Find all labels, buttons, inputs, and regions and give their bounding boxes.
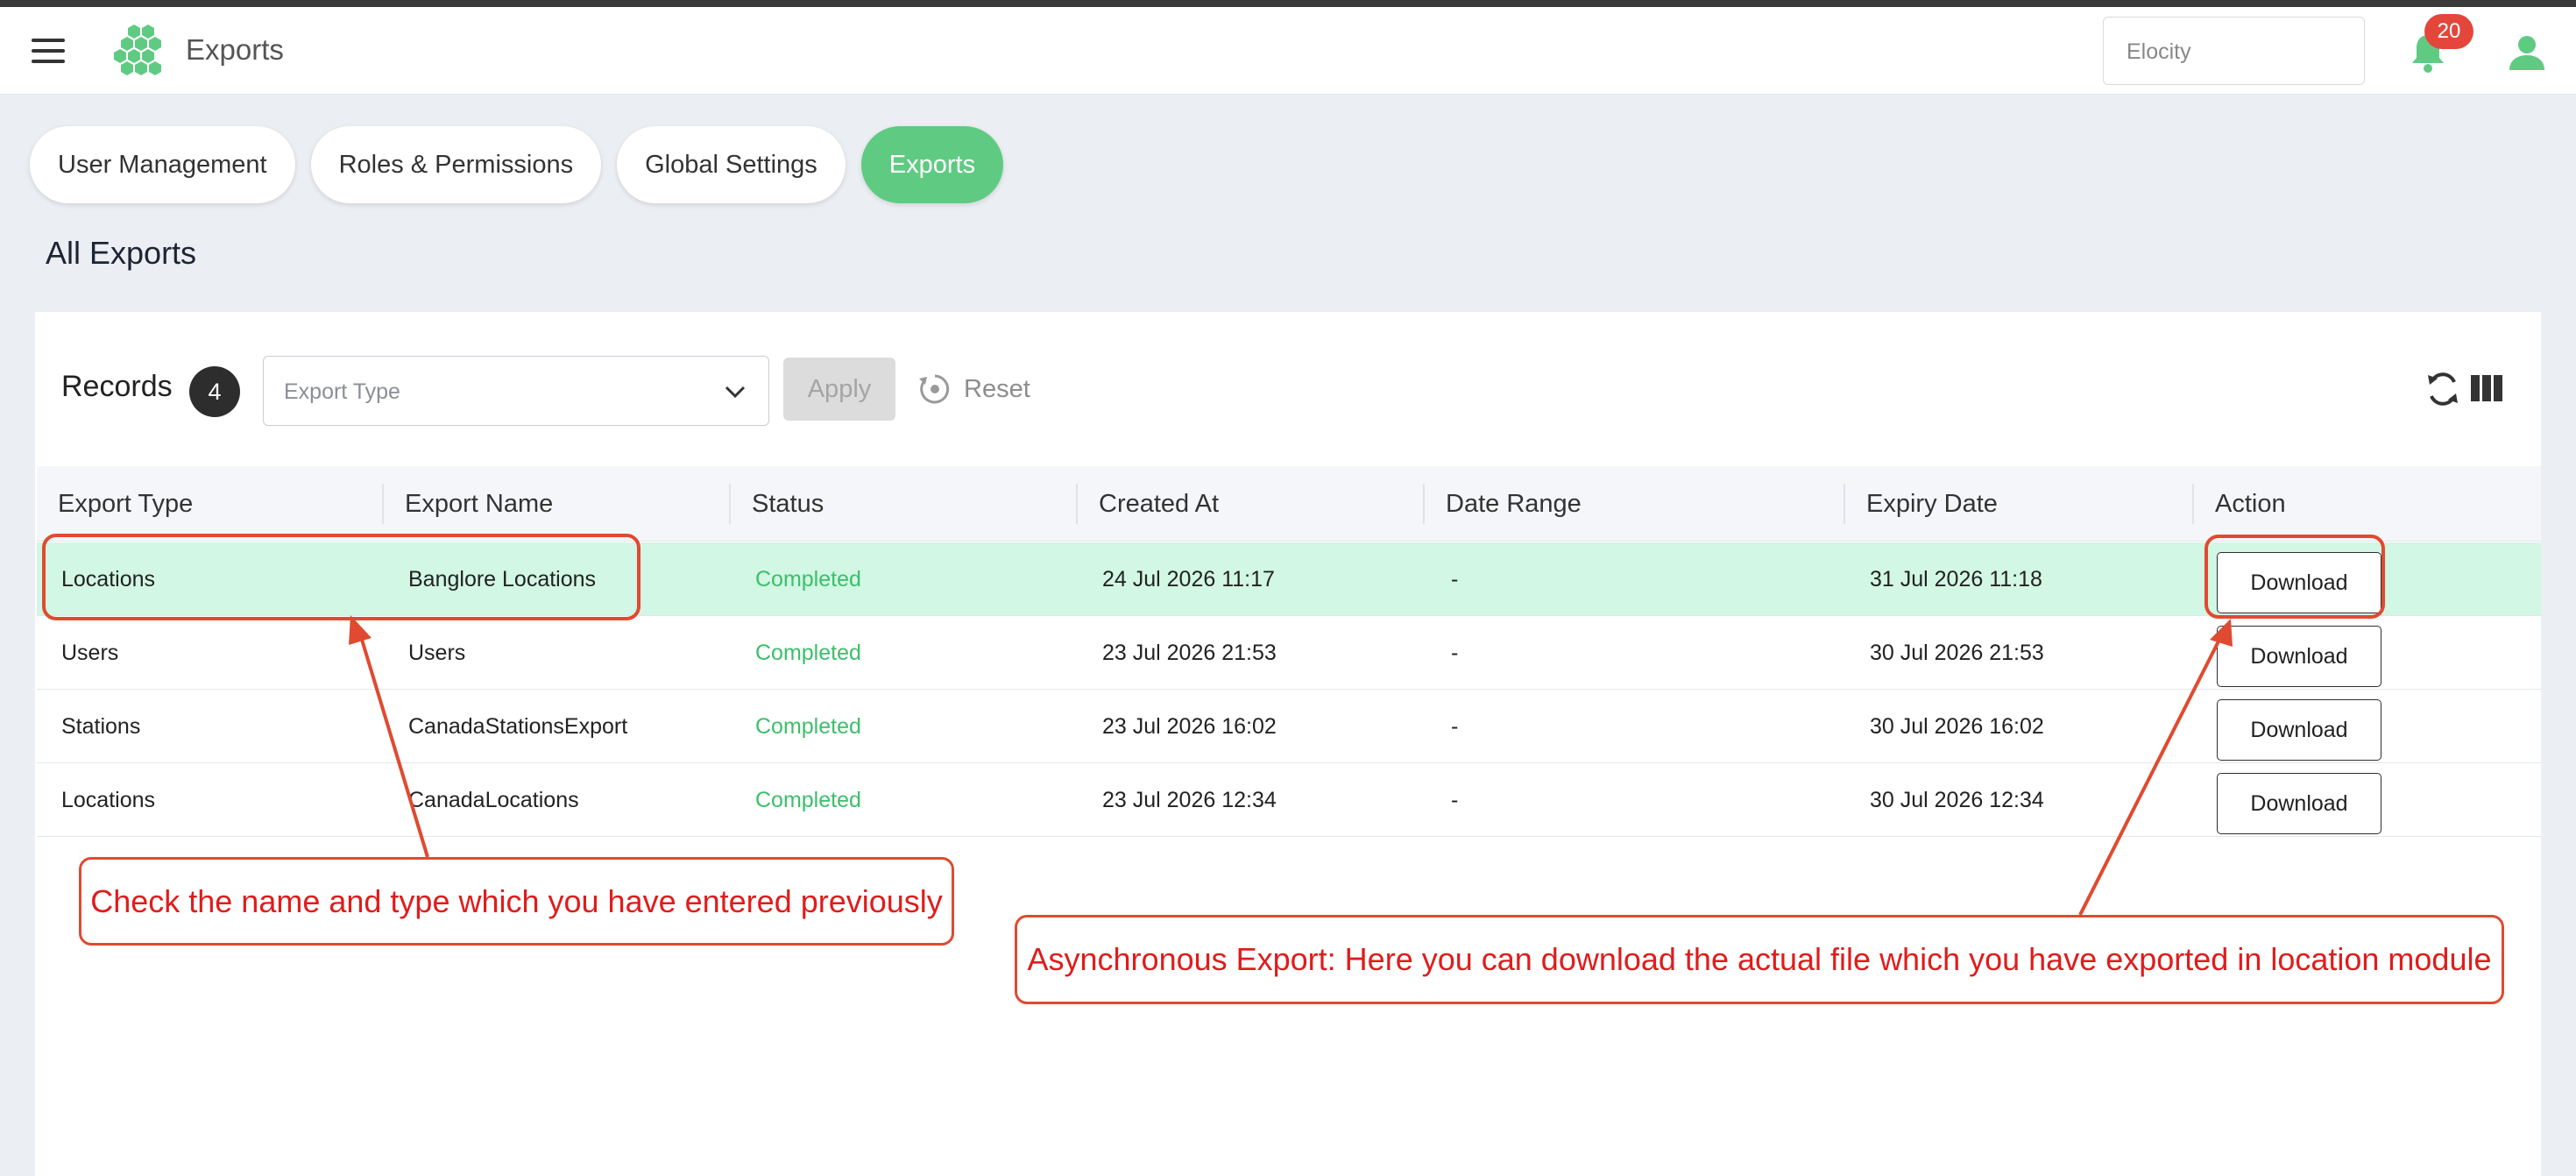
menu-icon[interactable] bbox=[32, 39, 65, 63]
reset-icon bbox=[919, 374, 950, 404]
exports-card: Records 4 Export Type Apply Reset Export… bbox=[35, 312, 2541, 1176]
apply-button[interactable]: Apply bbox=[783, 358, 895, 421]
organization-select[interactable]: Elocity bbox=[2103, 17, 2365, 85]
cell-export-type: Stations bbox=[61, 714, 141, 739]
page-title: All Exports bbox=[46, 235, 197, 271]
table-header: Export Type Export Name Status Created A… bbox=[37, 466, 2541, 542]
tab-user-management[interactable]: User Management bbox=[30, 126, 295, 203]
download-button[interactable]: Download bbox=[2217, 773, 2381, 834]
cell-date-range: - bbox=[1451, 714, 1459, 739]
cell-status: Completed bbox=[755, 714, 861, 739]
tab-global-settings[interactable]: Global Settings bbox=[617, 126, 846, 203]
cell-export-name: CanadaStationsExport bbox=[408, 714, 628, 739]
cell-export-name: Users bbox=[408, 641, 466, 665]
chevron-down-icon bbox=[725, 386, 746, 399]
user-avatar-icon[interactable] bbox=[2508, 33, 2546, 72]
app-title: Exports bbox=[186, 33, 284, 66]
annotation-callout-right: Asynchronous Export: Here you can downlo… bbox=[1015, 915, 2504, 1004]
cell-date-range: - bbox=[1451, 567, 1459, 592]
column-header-expiry-date[interactable]: Expiry Date bbox=[1845, 466, 1998, 542]
refresh-icon[interactable] bbox=[2425, 370, 2460, 408]
annotation-callout-left: Check the name and type which you have e… bbox=[79, 857, 954, 946]
cell-date-range: - bbox=[1451, 788, 1459, 812]
logo-icon bbox=[114, 25, 161, 75]
table-row[interactable]: Stations CanadaStationsExport Completed … bbox=[37, 690, 2541, 763]
columns-icon[interactable] bbox=[2471, 375, 2502, 401]
tab-exports[interactable]: Exports bbox=[860, 126, 1004, 203]
cell-created-at: 23 Jul 2026 21:53 bbox=[1102, 641, 1277, 665]
notification-badge: 20 bbox=[2424, 14, 2473, 49]
cell-export-name: CanadaLocations bbox=[408, 788, 579, 812]
cell-expiry-date: 31 Jul 2026 11:18 bbox=[1870, 567, 2042, 592]
cell-created-at: 24 Jul 2026 11:17 bbox=[1102, 567, 1275, 592]
download-button[interactable]: Download bbox=[2217, 626, 2381, 687]
table-row[interactable]: Locations Banglore Locations Completed 2… bbox=[37, 542, 2541, 616]
column-header-export-name[interactable]: Export Name bbox=[384, 466, 553, 542]
cell-expiry-date: 30 Jul 2026 21:53 bbox=[1870, 641, 2044, 665]
cell-export-type: Locations bbox=[61, 567, 156, 592]
export-type-placeholder: Export Type bbox=[284, 379, 400, 404]
top-bar: Exports Elocity 20 bbox=[0, 7, 2576, 95]
reset-button[interactable]: Reset bbox=[918, 358, 1030, 421]
cell-status: Completed bbox=[755, 788, 861, 812]
cell-status: Completed bbox=[755, 641, 861, 665]
table-row[interactable]: Locations CanadaLocations Completed 23 J… bbox=[37, 763, 2541, 837]
export-type-select[interactable]: Export Type bbox=[263, 356, 769, 426]
tab-roles-permissions[interactable]: Roles & Permissions bbox=[310, 126, 602, 203]
download-button[interactable]: Download bbox=[2217, 699, 2381, 761]
cell-created-at: 23 Jul 2026 16:02 bbox=[1102, 714, 1277, 739]
table-row[interactable]: Users Users Completed 23 Jul 2026 21:53 … bbox=[37, 616, 2541, 690]
column-header-status[interactable]: Status bbox=[731, 466, 824, 542]
cell-status: Completed bbox=[755, 567, 861, 592]
cell-date-range: - bbox=[1451, 641, 1459, 665]
column-header-action: Action bbox=[2215, 490, 2286, 518]
cell-expiry-date: 30 Jul 2026 16:02 bbox=[1870, 714, 2044, 739]
reset-label: Reset bbox=[964, 374, 1030, 403]
cell-export-type: Users bbox=[61, 641, 119, 665]
cell-expiry-date: 30 Jul 2026 12:34 bbox=[1870, 788, 2044, 812]
download-button[interactable]: Download bbox=[2217, 552, 2381, 613]
cell-export-name: Banglore Locations bbox=[408, 567, 597, 592]
top-strip bbox=[0, 0, 2576, 7]
cell-export-type: Locations bbox=[61, 788, 156, 812]
records-label: Records bbox=[61, 370, 173, 403]
records-count-badge: 4 bbox=[189, 366, 240, 417]
settings-tabs: User Management Roles & Permissions Glob… bbox=[30, 126, 1019, 203]
column-header-date-range[interactable]: Date Range bbox=[1425, 466, 1582, 542]
column-header-export-type[interactable]: Export Type bbox=[37, 466, 193, 542]
cell-created-at: 23 Jul 2026 12:34 bbox=[1102, 788, 1277, 812]
column-header-created-at[interactable]: Created At bbox=[1078, 466, 1219, 542]
